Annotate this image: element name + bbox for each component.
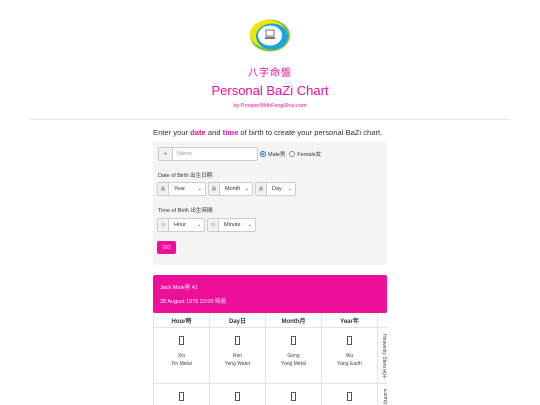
col-corner bbox=[378, 313, 387, 328]
heavenly-stem-label: Heavenly Stem 天干 bbox=[378, 328, 387, 384]
name-field-group: ● bbox=[158, 147, 258, 161]
male-radio[interactable] bbox=[260, 151, 266, 157]
calendar-icon: ▦ bbox=[158, 183, 169, 195]
birth-form: ● Male男 Female女 Date of Birth 出生日期: ▦ Ye… bbox=[153, 142, 387, 265]
calendar-icon: ▦ bbox=[256, 183, 267, 195]
gender-male-option[interactable]: Male男 bbox=[260, 150, 285, 158]
female-label: Female女 bbox=[297, 152, 322, 158]
hour-stem-glyph bbox=[179, 336, 184, 345]
year-stem-glyph bbox=[347, 336, 352, 345]
gender-female-option[interactable]: Female女 bbox=[289, 150, 321, 158]
hour-branch-cell bbox=[154, 384, 210, 405]
name-input[interactable] bbox=[173, 148, 257, 160]
go-button[interactable]: GO bbox=[157, 241, 176, 254]
day-select[interactable]: ▦ Day ⌄ bbox=[255, 182, 296, 196]
month-stem-glyph bbox=[291, 336, 296, 345]
male-label: Male男 bbox=[268, 152, 286, 158]
year-branch-cell bbox=[322, 384, 378, 405]
intro-and: and bbox=[205, 128, 223, 137]
result-summary: Jack Male男 41 28 August 1978 22:00 時辰 bbox=[153, 275, 387, 313]
day-select-value: Day bbox=[272, 186, 282, 192]
col-day-header: Day日 bbox=[210, 313, 266, 328]
chevron-down-icon: ⌄ bbox=[244, 186, 249, 192]
intro-time-word: time bbox=[222, 128, 239, 137]
chevron-down-icon: ⌄ bbox=[196, 222, 201, 228]
day-stem-cell: Ren Yang Water bbox=[210, 328, 266, 384]
chevron-down-icon: ⌄ bbox=[247, 222, 252, 228]
byline-link[interactable]: by ProsperWithFengShui.com bbox=[0, 103, 540, 109]
day-branch-cell bbox=[210, 384, 266, 405]
chevron-down-icon: ⌄ bbox=[287, 186, 292, 192]
minute-select[interactable]: ◷ Minute ⌄ bbox=[207, 218, 256, 232]
month-branch-glyph bbox=[291, 392, 296, 401]
calendar-icon: ▦ bbox=[209, 183, 220, 195]
bazi-chart-table: Hour時 Day日 Month月 Year年 Xin Yin Metal Re… bbox=[153, 313, 387, 405]
year-stem-cell: Wu Yang Earth bbox=[322, 328, 378, 384]
year-stem-element: Yang Earth bbox=[337, 361, 362, 367]
clock-icon: ◷ bbox=[208, 219, 219, 231]
result-datetime: 28 August 1978 22:00 時辰 bbox=[160, 299, 227, 305]
day-branch-glyph bbox=[235, 392, 240, 401]
hour-select-value: Hour bbox=[174, 222, 186, 228]
header-divider bbox=[30, 119, 510, 120]
intro-text: Enter your date and time of birth to cre… bbox=[153, 128, 382, 137]
intro-prefix: Enter your bbox=[153, 128, 191, 137]
minute-select-value: Minute bbox=[224, 222, 241, 228]
hour-stem-cell: Xin Yin Metal bbox=[154, 328, 210, 384]
year-stem-pinyin: Wu bbox=[345, 353, 354, 359]
day-stem-glyph bbox=[235, 336, 240, 345]
earthly-branch-label: Earthly Branch bbox=[378, 384, 387, 405]
hour-branch-glyph bbox=[179, 392, 184, 401]
intro-date-word: date bbox=[190, 128, 206, 137]
chevron-down-icon: ⌄ bbox=[197, 186, 202, 192]
female-radio[interactable] bbox=[289, 151, 296, 157]
tob-label: Time of Birth 出生時間: bbox=[158, 208, 215, 214]
month-stem-element: Yang Metal bbox=[281, 361, 306, 367]
month-stem-pinyin: Geng bbox=[287, 353, 300, 359]
hour-stem-pinyin: Xin bbox=[177, 353, 186, 359]
hour-select[interactable]: ◷ Hour ⌄ bbox=[157, 218, 205, 232]
col-month-header: Month月 bbox=[266, 313, 322, 328]
gender-radio-group: Male男 Female女 bbox=[260, 150, 325, 158]
month-select[interactable]: ▦ Month ⌄ bbox=[208, 182, 253, 196]
month-stem-cell: Geng Yang Metal bbox=[266, 328, 322, 384]
year-branch-glyph bbox=[347, 392, 352, 401]
month-select-value: Month bbox=[225, 186, 241, 192]
col-year-header: Year年 bbox=[322, 313, 378, 328]
clock-icon: ◷ bbox=[158, 219, 169, 231]
chinese-title: 八字命盤 bbox=[248, 68, 292, 79]
col-hour-header: Hour時 bbox=[154, 313, 210, 328]
year-select-value: Year bbox=[174, 186, 186, 192]
user-icon: ● bbox=[159, 148, 173, 160]
hour-stem-element: Yin Metal bbox=[171, 361, 192, 367]
dob-label: Date of Birth 出生日期: bbox=[158, 173, 214, 179]
day-stem-element: Yang Water bbox=[224, 361, 251, 367]
year-select[interactable]: ▦ Year ⌄ bbox=[157, 182, 206, 196]
day-stem-pinyin: Ren bbox=[232, 353, 243, 359]
month-branch-cell bbox=[266, 384, 322, 405]
page-title: Personal BaZi Chart bbox=[211, 83, 329, 98]
intro-suffix: of birth to create your personal BaZi ch… bbox=[238, 128, 383, 137]
result-person: Jack Male男 41 bbox=[160, 285, 198, 291]
bazi-logo-icon bbox=[248, 19, 292, 52]
